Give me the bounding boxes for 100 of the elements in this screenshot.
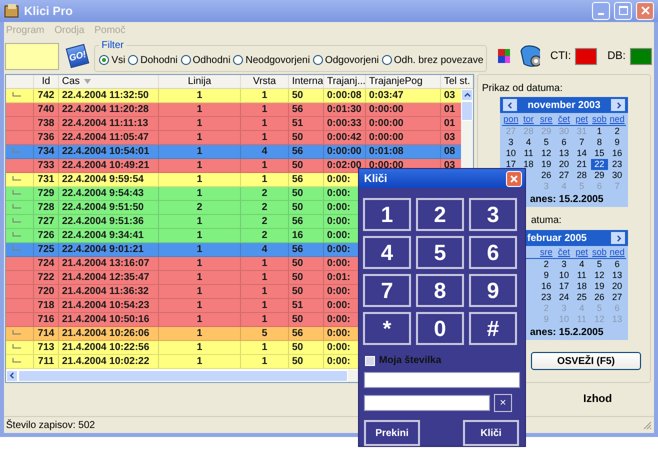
calendar-day[interactable]: 17 <box>502 159 520 170</box>
calendar-day[interactable]: 12 <box>590 270 608 282</box>
calendar-day[interactable]: 9 <box>537 270 556 282</box>
table-row[interactable]: 733 22.4.2004 10:49:21 1 1 50 0:02:00 0:00:00 03 <box>6 159 461 174</box>
radio-button[interactable] <box>128 55 138 66</box>
calendar-day[interactable]: 7 <box>572 137 591 148</box>
calendar-day[interactable]: 20 <box>555 159 573 170</box>
refresh-button[interactable]: OSVEŽI (F5) <box>531 352 641 370</box>
calendar-day[interactable]: 4 <box>572 259 591 270</box>
calendar-day[interactable]: 3 <box>502 137 520 148</box>
resize-grip-icon[interactable] <box>642 420 652 430</box>
next-month-button[interactable] <box>611 232 625 244</box>
calendar-day[interactable]: 16 <box>537 281 556 292</box>
keypad-key[interactable]: 0 <box>416 312 464 345</box>
keypad-key[interactable]: 3 <box>469 198 517 231</box>
keypad-key[interactable]: # <box>469 312 517 345</box>
calendar-day[interactable]: 26 <box>590 292 608 304</box>
calendar-day[interactable]: 8 <box>590 137 608 148</box>
keypad-key[interactable]: 9 <box>469 274 517 307</box>
input-field[interactable] <box>364 395 490 411</box>
radio-button[interactable] <box>233 55 244 66</box>
calendar-day[interactable]: 21 <box>572 159 591 170</box>
column-header[interactable]: Tel st. <box>444 76 470 88</box>
calendar-day[interactable]: 27 <box>555 170 573 182</box>
calendar-day[interactable]: 23 <box>537 292 556 304</box>
calendar-day[interactable]: 15 <box>590 148 608 160</box>
keypad-key[interactable]: 1 <box>363 198 411 231</box>
calendar-day[interactable]: 17 <box>555 281 573 292</box>
calendar-day[interactable]: 20 <box>608 281 626 292</box>
calendar-day[interactable]: 2 <box>608 126 626 138</box>
keypad-key[interactable]: 4 <box>363 236 411 269</box>
calendar-day[interactable]: 28 <box>572 170 591 182</box>
table-row[interactable]: 738 22.4.2004 11:11:13 1 1 51 0:00:33 0:00:00 01 <box>6 117 461 132</box>
calendar-day[interactable]: 6 <box>555 137 573 148</box>
calendar-day[interactable]: 18 <box>572 281 591 292</box>
radio-button[interactable] <box>382 55 392 66</box>
column-header[interactable]: TrajanjePog <box>369 76 423 88</box>
calendar-day[interactable]: 24 <box>555 292 573 304</box>
column-header[interactable]: Linija <box>188 76 212 88</box>
calendar-day[interactable]: 12 <box>537 148 556 160</box>
phone-gear-icon[interactable] <box>518 43 540 70</box>
column-header[interactable]: Vrsta <box>253 76 276 88</box>
input-field[interactable] <box>364 372 520 388</box>
next-month-button[interactable] <box>611 99 625 112</box>
calendar-day[interactable]: 5 <box>537 137 556 148</box>
calendar-day[interactable]: 11 <box>572 270 591 282</box>
calendar-day[interactable]: 25 <box>572 292 591 304</box>
calendar-day[interactable]: 1 <box>590 126 608 138</box>
keypad-key[interactable]: 6 <box>469 236 517 269</box>
color-grid-icon[interactable] <box>498 49 510 64</box>
keypad-key[interactable]: 8 <box>416 274 464 307</box>
close-button[interactable] <box>636 2 654 20</box>
dialog-button[interactable]: Prekini <box>364 420 420 446</box>
calendar-day[interactable]: 18 <box>520 159 538 170</box>
close-button[interactable] <box>506 170 522 186</box>
calendar-day[interactable]: 26 <box>537 170 556 182</box>
radio-button[interactable] <box>180 55 191 66</box>
calendar-day[interactable]: 29 <box>590 170 608 182</box>
previous-month-button[interactable] <box>503 99 517 112</box>
column-header[interactable]: Cas <box>62 76 80 88</box>
scroll-thumb[interactable] <box>18 370 348 382</box>
calendar-day[interactable]: 2 <box>537 259 556 270</box>
keypad-key[interactable]: 5 <box>416 236 464 269</box>
table-row[interactable]: 742 22.4.2004 11:32:50 1 1 50 0:00:08 0:03:47 03 <box>6 89 461 104</box>
column-header[interactable]: Trajanj... <box>327 76 365 88</box>
calendar-day[interactable]: 30 <box>608 170 626 182</box>
calendar-day[interactable]: 9 <box>608 137 626 148</box>
column-header[interactable]: Interna <box>292 76 323 88</box>
radio-button[interactable] <box>312 55 323 66</box>
table-row[interactable]: 734 22.4.2004 10:54:01 1 4 56 0:00:00 0:01:08 08 <box>6 145 461 160</box>
calendar-day[interactable]: 10 <box>502 148 520 160</box>
keypad-key[interactable]: * <box>363 312 411 345</box>
calendar-day[interactable]: 19 <box>590 281 608 292</box>
keypad-key[interactable]: 2 <box>416 198 464 231</box>
clear-button[interactable]: × <box>494 394 512 412</box>
calendar-day[interactable]: 10 <box>555 270 573 282</box>
calendar[interactable]: november 2003 pon tor sre čet pet sob ned 27 28 29 30 31 1 2 3 4 5 6 7 8 9 10 11 12 13 14 15 16 17 18 19 20 21 22 23 26 27 28 29 30 3 4 5 6 7 anes: 15.2.2005 <box>500 97 628 208</box>
calendar-day[interactable]: 14 <box>572 148 591 160</box>
radio-button[interactable] <box>99 55 110 66</box>
table-row[interactable]: 740 22.4.2004 11:20:28 1 1 56 0:01:30 0:00:00 01 <box>6 103 461 118</box>
calendar-day[interactable]: 4 <box>520 137 538 148</box>
calendar-day[interactable]: 22 <box>590 159 608 170</box>
calendar-day[interactable]: 3 <box>555 259 573 270</box>
calendar-day[interactable]: 19 <box>537 159 556 170</box>
calendar-day[interactable]: 11 <box>520 148 538 160</box>
table-row[interactable]: 736 22.4.2004 11:05:47 1 1 50 0:00:42 0:00:00 03 <box>6 131 461 146</box>
calendar-day[interactable]: 23 <box>608 159 626 170</box>
exit-button[interactable]: Izhod <box>577 391 618 408</box>
column-header[interactable]: Id <box>42 76 50 88</box>
dialog-button[interactable]: Kliči <box>463 420 519 446</box>
scroll-thumb[interactable] <box>461 101 473 122</box>
checkbox[interactable] <box>365 356 375 366</box>
go-button[interactable]: GO! <box>66 44 90 68</box>
calendar-day[interactable]: 27 <box>608 292 626 304</box>
keypad-key[interactable]: 7 <box>363 274 411 307</box>
calendar-day[interactable]: 13 <box>608 270 626 282</box>
calendar-day[interactable]: 13 <box>555 148 573 160</box>
calendar-day[interactable]: 6 <box>608 259 626 270</box>
calendar-day[interactable]: 16 <box>608 148 626 160</box>
calendar-day[interactable]: 5 <box>590 259 608 270</box>
